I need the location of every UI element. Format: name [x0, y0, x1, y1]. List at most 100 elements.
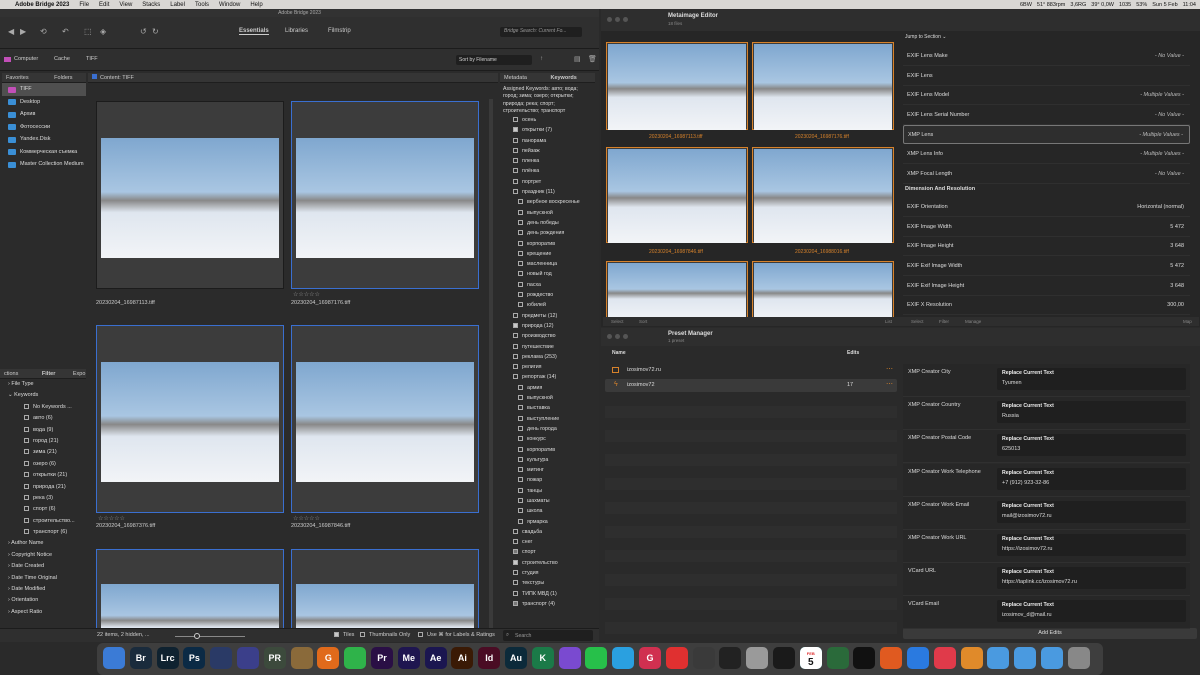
metadata-field-row[interactable]: EXIF Image Width 5 472: [903, 218, 1190, 237]
keyword-filter-item[interactable]: зима (21): [0, 447, 86, 458]
workspace-essentials[interactable]: Essentials: [239, 28, 269, 35]
keyword-filter-item[interactable]: спорт (6): [0, 504, 86, 515]
keyword-item[interactable]: рождество: [500, 290, 595, 300]
dock-app-icon[interactable]: Ae: [424, 647, 447, 669]
trash-icon[interactable]: 🗑: [588, 55, 597, 63]
replace-mode[interactable]: Replace Current Text: [1002, 403, 1054, 409]
filter-section[interactable]: › Date Time Original: [0, 573, 86, 584]
metadata-field-row[interactable]: EXIF Orientation Horizontal (normal): [903, 198, 1190, 218]
dock-app-icon[interactable]: [665, 647, 688, 669]
field-editor[interactable]: Replace Current Text Russia: [997, 401, 1186, 424]
field-value[interactable]: Tyumen: [1002, 380, 1022, 386]
checkbox[interactable]: [24, 529, 29, 535]
file-thumb[interactable]: [752, 147, 894, 243]
checkbox[interactable]: [518, 425, 523, 431]
checkbox[interactable]: [513, 353, 518, 359]
checkbox[interactable]: [24, 506, 29, 512]
list-button[interactable]: List: [885, 319, 892, 324]
checkbox[interactable]: [518, 384, 523, 390]
menu-edit[interactable]: Edit: [94, 2, 114, 8]
sort-direction-icon[interactable]: ↑: [540, 56, 543, 62]
keyword-item[interactable]: выпускной: [500, 208, 595, 218]
dock-app-icon[interactable]: [826, 647, 849, 669]
checkbox[interactable]: [513, 312, 518, 318]
keyword-item[interactable]: природа (12): [500, 321, 595, 331]
checkbox[interactable]: [24, 460, 29, 466]
dock-app-icon[interactable]: [103, 647, 125, 669]
keyword-item[interactable]: культура: [500, 455, 595, 465]
thumbnail[interactable]: [96, 101, 284, 289]
checkbox[interactable]: [513, 549, 518, 555]
keyword-item[interactable]: текстуры: [500, 578, 595, 588]
sort-dropdown[interactable]: Sort by Filename: [456, 55, 532, 65]
tab-metadata[interactable]: Metadata: [504, 75, 527, 81]
checkbox[interactable]: [518, 487, 523, 493]
keyword-item[interactable]: день рождения: [500, 228, 595, 238]
keyword-search[interactable]: ⌕ Search: [503, 630, 593, 641]
menu-label[interactable]: Label: [165, 2, 190, 8]
rotate-left-icon[interactable]: ↺: [140, 27, 147, 36]
checkbox[interactable]: [518, 395, 523, 401]
dock-app-icon[interactable]: Id: [478, 647, 501, 669]
field-editor[interactable]: Replace Current Text Tyumen: [997, 368, 1186, 390]
field-editor[interactable]: Replace Current Text izosimov_d@mail.ru: [997, 600, 1186, 623]
thumbnail[interactable]: [96, 549, 284, 639]
replace-mode[interactable]: Replace Current Text: [1002, 569, 1054, 575]
dock-app-icon[interactable]: [880, 647, 903, 669]
camera-icon[interactable]: ⬚: [84, 27, 92, 36]
search-box[interactable]: Bridge Search: Current Fo...: [500, 27, 582, 37]
dock-app-icon[interactable]: G: [317, 647, 340, 669]
clock-date[interactable]: Sun 5 Feb: [1152, 2, 1177, 8]
add-edits-button[interactable]: Add Edits: [903, 628, 1197, 639]
checkbox[interactable]: [24, 449, 29, 455]
checkbox[interactable]: [513, 147, 518, 153]
checkbox[interactable]: [518, 436, 523, 442]
checkbox[interactable]: [513, 570, 518, 576]
keyword-item[interactable]: праздник (11): [500, 187, 595, 197]
keyword-filter-item[interactable]: природа (21): [0, 482, 86, 493]
thumbnail[interactable]: [291, 549, 479, 639]
close-icon[interactable]: [607, 17, 612, 22]
open-icon[interactable]: ▤: [574, 55, 581, 63]
checkbox[interactable]: [24, 415, 29, 421]
dock-app-icon[interactable]: [237, 647, 259, 669]
favorite-item[interactable]: Yandex.Disk: [2, 133, 86, 146]
dock-app-icon[interactable]: [692, 647, 715, 669]
favorite-item[interactable]: Коммерческая съемка: [2, 146, 86, 159]
column-name[interactable]: Name: [612, 350, 626, 356]
manage-button[interactable]: Manage: [965, 319, 981, 324]
dock-app-icon[interactable]: [773, 647, 795, 669]
checkbox[interactable]: [513, 580, 518, 586]
metadata-field-row[interactable]: EXIF Lens Serial Number - No Value -: [903, 106, 1190, 125]
tab-export[interactable]: Expo: [73, 371, 86, 377]
keyword-item[interactable]: корпоратив: [500, 445, 595, 455]
dock-app-icon[interactable]: [907, 647, 929, 669]
metadata-field-row[interactable]: EXIF Lens Make - No Value -: [903, 47, 1190, 66]
checkbox[interactable]: [24, 494, 29, 500]
keyword-item[interactable]: пейзаж: [500, 146, 595, 156]
keyword-item[interactable]: крещение: [500, 249, 595, 259]
checkbox[interactable]: [513, 539, 518, 545]
checkbox[interactable]: [24, 437, 29, 443]
status-text[interactable]: 1035: [1119, 2, 1131, 8]
keyword-item[interactable]: открытки (7): [500, 125, 595, 135]
keyword-item[interactable]: репортаж (14): [500, 372, 595, 382]
checkbox[interactable]: [518, 250, 523, 256]
keyword-filter-item[interactable]: строительство...: [0, 516, 86, 527]
keyword-item[interactable]: вербное воскресенье: [500, 197, 595, 207]
keyword-item[interactable]: студия: [500, 568, 595, 578]
checkbox[interactable]: [518, 230, 523, 236]
filter-section[interactable]: › Aspect Ratio: [0, 607, 86, 618]
keyword-item[interactable]: школа: [500, 506, 595, 516]
checkbox[interactable]: [513, 189, 518, 195]
dock-app-icon[interactable]: [960, 647, 983, 669]
replace-mode[interactable]: Replace Current Text: [1002, 436, 1054, 442]
dock-app-icon[interactable]: [210, 647, 233, 669]
keyword-item[interactable]: снег: [500, 537, 595, 547]
rotate-right-icon[interactable]: ↻: [152, 27, 159, 36]
zoom-handle[interactable]: [194, 632, 200, 639]
dock-app-icon[interactable]: [1067, 647, 1090, 669]
dock-app-icon[interactable]: Ps: [183, 647, 206, 669]
thumbnail[interactable]: [96, 325, 284, 513]
keyword-item[interactable]: производство: [500, 331, 595, 341]
